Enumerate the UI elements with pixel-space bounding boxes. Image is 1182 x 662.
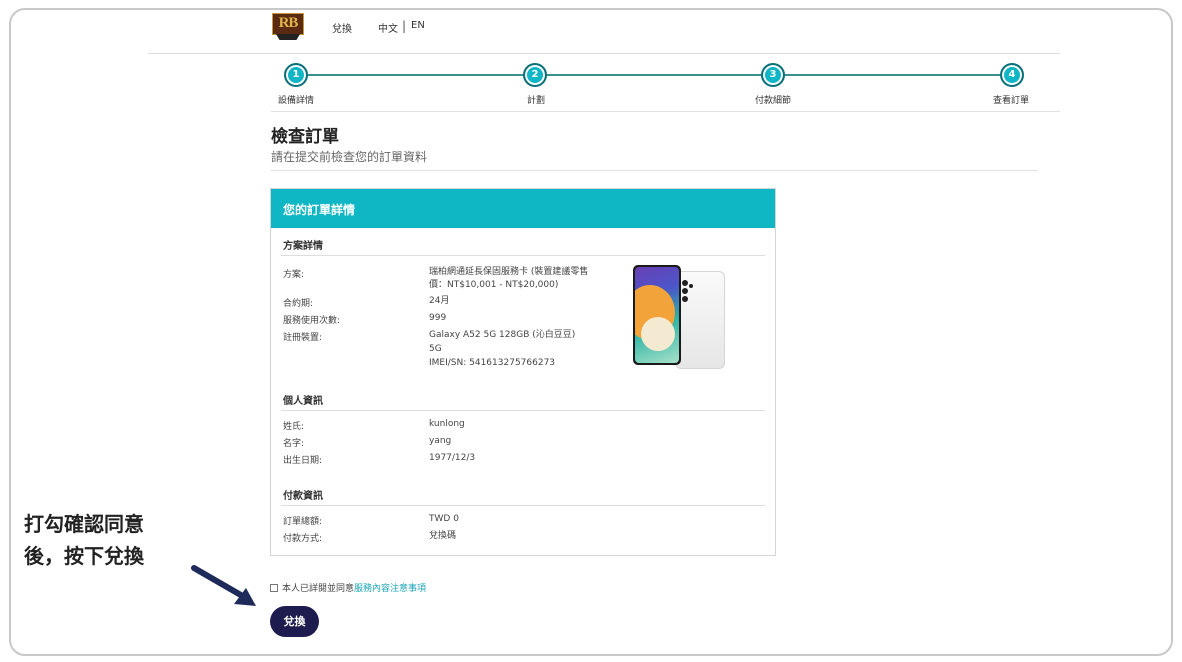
plan-value-line2: 價：NT$10,001 - NT$20,000) — [429, 280, 559, 290]
step-4-circle: 4 — [1000, 63, 1024, 87]
personal-section-title: 個人資訊 — [283, 396, 323, 407]
order-card-title: 您的訂單詳情 — [283, 203, 356, 217]
order-details-card: 您的訂單詳情 方案詳情 方案: 瑞柏網通延長保固服務卡 (裝置建議零售 價：NT… — [270, 188, 776, 556]
device-label: 註冊裝置: — [283, 333, 323, 343]
step-3-circle: 3 — [761, 63, 785, 87]
order-card-header: 您的訂單詳情 — [271, 189, 775, 228]
lang-separator: | — [402, 19, 407, 33]
payment-section-divider — [281, 505, 765, 506]
phone-front — [633, 265, 681, 365]
device-imei: IMEI/SN: 541613275766273 — [429, 358, 556, 368]
terms-checkbox[interactable] — [270, 584, 278, 592]
last-name-value: kunlong — [429, 419, 465, 429]
redeem-submit-button[interactable]: 兌換 — [270, 606, 319, 637]
term-value: 24月 — [429, 296, 450, 306]
step-2-label: 計劃 — [527, 96, 546, 106]
phone-back — [675, 271, 725, 369]
terms-link[interactable]: 服務內容注意事項 — [354, 584, 426, 594]
usage-value: 999 — [429, 313, 447, 323]
dob-label: 出生日期: — [283, 456, 323, 466]
header-divider — [148, 53, 1060, 54]
plan-value-line1: 瑞柏網通延長保固服務卡 (裝置建議零售 — [429, 267, 589, 277]
first-name-value: yang — [429, 436, 452, 446]
lang-zh-link[interactable]: 中文 — [378, 20, 398, 35]
device-image — [633, 265, 727, 371]
device-value-line2: 5G — [429, 344, 442, 354]
lang-en-link[interactable]: EN — [411, 20, 425, 31]
dob-value: 1977/12/3 — [429, 453, 476, 463]
annotation-arrow-icon — [191, 565, 256, 606]
terms-consent-text: 本人已詳閱並同意 — [282, 584, 355, 594]
first-name-label: 名字: — [283, 439, 305, 449]
plan-label: 方案: — [283, 270, 305, 280]
plan-section-title: 方案詳情 — [283, 241, 323, 252]
last-name-label: 姓氏: — [283, 422, 305, 432]
logo-text: RB — [278, 15, 299, 31]
nav-redeem-link[interactable]: 兌換 — [332, 20, 352, 35]
payment-section-title: 付款資訊 — [283, 491, 323, 502]
heading-divider — [271, 170, 1038, 171]
order-total-label: 訂單總額: — [283, 517, 323, 527]
annotation-line1: 打勾確認同意 — [24, 512, 144, 536]
stepper-track — [296, 74, 1012, 76]
step-4-label: 查看訂單 — [993, 96, 1030, 106]
stepper-divider — [271, 111, 1060, 112]
step-2-circle: 2 — [523, 63, 547, 87]
page-subtitle: 請在提交前檢查您的訂單資料 — [271, 150, 428, 164]
payment-method-value: 兌換碼 — [429, 531, 457, 541]
step-1-circle: 1 — [284, 63, 308, 87]
annotation-line2: 後，按下兌換 — [24, 544, 144, 568]
personal-section-divider — [281, 410, 765, 411]
step-1-label: 設備詳情 — [278, 96, 315, 106]
brand-logo[interactable]: RB — [272, 13, 304, 41]
term-label: 合約期: — [283, 299, 314, 309]
step-3-label: 付款細節 — [755, 96, 792, 106]
terms-consent: 本人已詳閱並同意服務內容注意事項 — [270, 581, 426, 594]
usage-label: 服務使用次數: — [283, 316, 341, 326]
plan-section-divider — [281, 255, 765, 256]
page-title: 檢查訂單 — [271, 127, 339, 147]
payment-method-label: 付款方式: — [283, 534, 323, 544]
device-value-line1: Galaxy A52 5G 128GB (沁白豆豆) — [429, 330, 576, 340]
order-total-value: TWD 0 — [429, 514, 459, 524]
